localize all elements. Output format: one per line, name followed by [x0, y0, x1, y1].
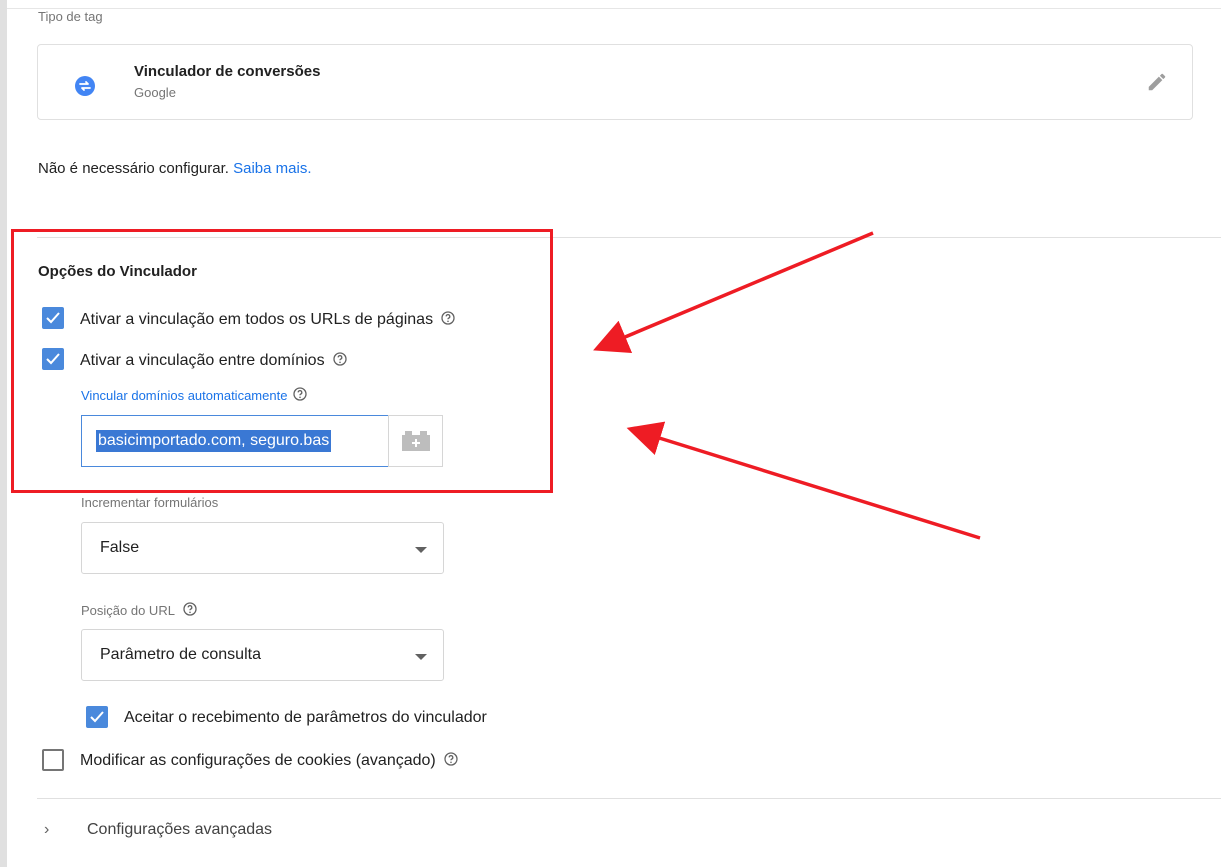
checkmark-icon — [46, 312, 60, 324]
chevron-right-icon: › — [44, 821, 50, 838]
arrow-right-bottom — [626, 421, 981, 540]
learn-more-link[interactable]: Saiba mais. — [233, 160, 311, 177]
advanced-settings-toggle[interactable]: › Configurações avançadas — [44, 821, 272, 839]
top-rule — [7, 8, 1221, 9]
advanced-settings-label: Configurações avançadas — [87, 821, 273, 838]
auto-link-domains-value: basicimportado.com, seguro.bas — [96, 430, 332, 452]
linker-options-title: Opções do Vinculador — [38, 263, 197, 280]
checkmark-icon — [46, 353, 60, 365]
enable-linking-all-urls-label: Ativar a vinculação em todos os URLs de … — [80, 311, 455, 329]
tag-name: Vinculador de conversões — [134, 63, 321, 80]
arrow-right-top — [593, 231, 874, 354]
decorate-forms-value: False — [100, 539, 140, 556]
left-edge-rule — [0, 0, 7, 867]
override-cookie-settings-label: Modificar as configurações de cookies (a… — [80, 752, 458, 770]
help-icon[interactable] — [441, 311, 455, 325]
help-icon[interactable] — [183, 602, 197, 616]
enable-cross-domain-label: Ativar a vinculação entre domínios — [80, 352, 347, 370]
url-position-value: Parâmetro de consulta — [100, 646, 261, 663]
bottom-divider — [37, 798, 1221, 799]
no-config-text: Não é necessário configurar. — [38, 160, 229, 177]
insert-variable-button[interactable] — [388, 415, 443, 467]
chevron-down-icon — [415, 547, 427, 553]
edit-pencil-icon[interactable] — [1146, 71, 1168, 93]
override-cookie-settings-checkbox[interactable] — [42, 749, 64, 771]
accept-incoming-linker-checkbox[interactable] — [86, 706, 108, 728]
tag-type-card[interactable]: Vinculador de conversões Google — [37, 44, 1193, 120]
decorate-forms-label: Incrementar formulários — [81, 495, 219, 510]
url-position-label: Posição do URL — [81, 602, 197, 618]
no-config-message: Não é necessário configurar. Saiba mais. — [38, 160, 312, 177]
auto-link-domains-label: Vincular domínios automaticamente — [81, 387, 308, 403]
accept-incoming-linker-label: Aceitar o recebimento de parâmetros do v… — [124, 709, 487, 726]
help-icon[interactable] — [293, 387, 308, 401]
checkmark-icon — [90, 711, 104, 723]
tag-vendor: Google — [134, 85, 176, 100]
help-icon[interactable] — [332, 352, 347, 366]
enable-linking-all-urls-checkbox[interactable] — [42, 307, 64, 329]
auto-link-domains-input[interactable]: basicimportado.com, seguro.bas — [81, 415, 389, 467]
conversion-linker-icon — [75, 76, 95, 96]
chevron-down-icon — [415, 654, 427, 660]
section-divider — [37, 237, 1221, 238]
variable-brick-icon — [402, 431, 430, 451]
enable-cross-domain-checkbox[interactable] — [42, 348, 64, 370]
decorate-forms-select[interactable]: False — [81, 522, 444, 574]
tag-type-label: Tipo de tag — [38, 9, 103, 24]
url-position-select[interactable]: Parâmetro de consulta — [81, 629, 444, 681]
help-icon[interactable] — [444, 752, 458, 766]
